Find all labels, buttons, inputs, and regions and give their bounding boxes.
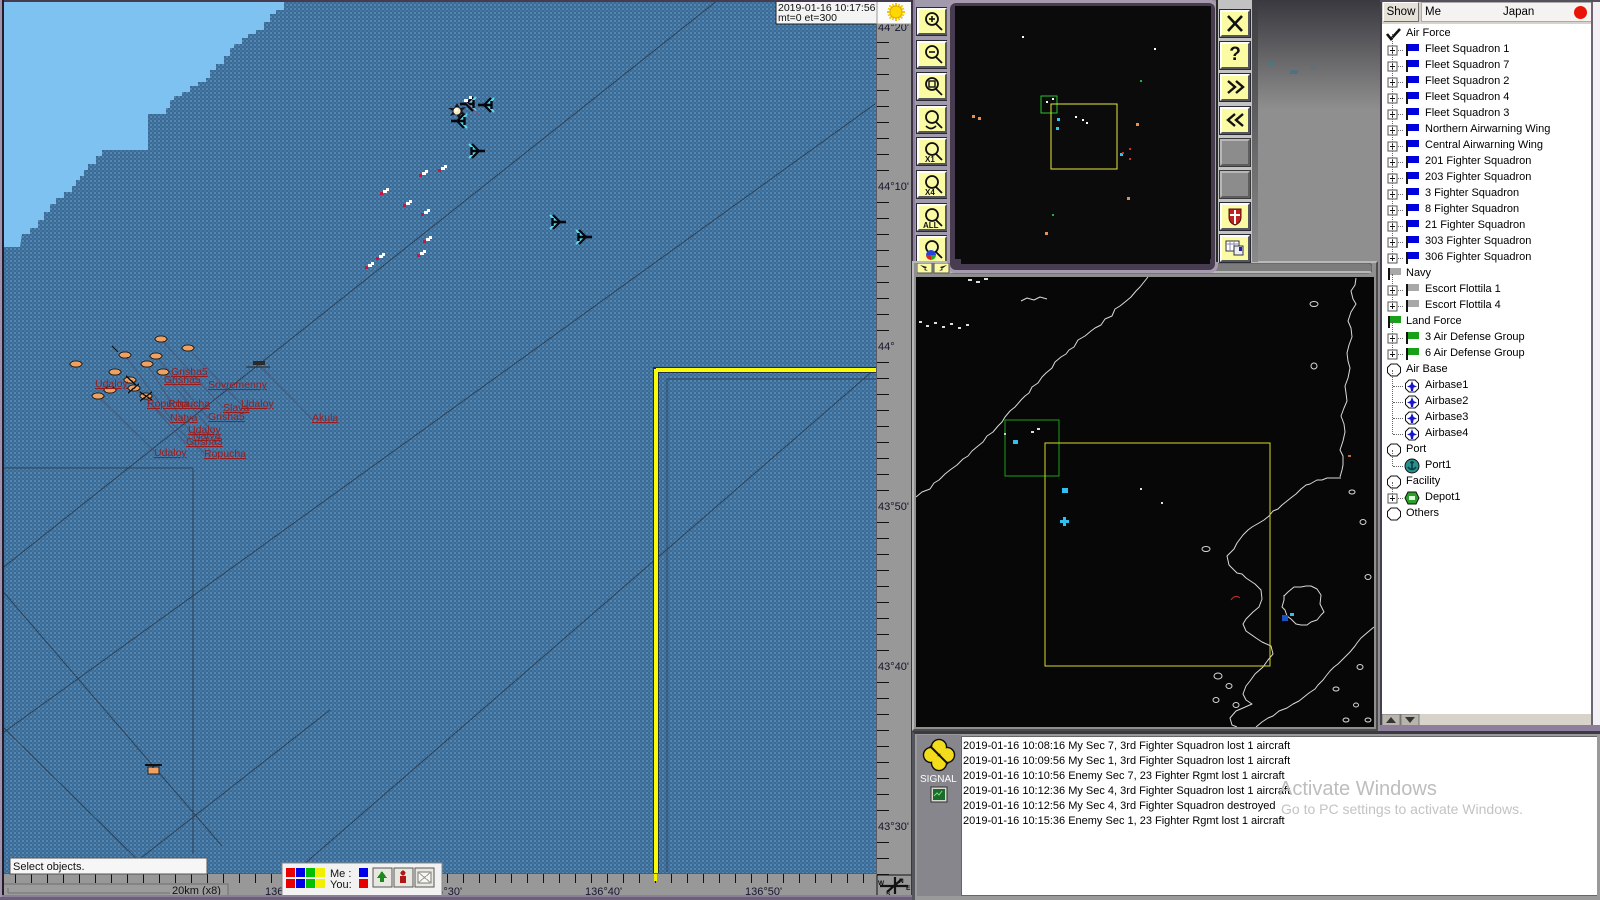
svg-text:You:: You: [330,879,352,891]
svg-text:X4: X4 [925,188,935,196]
svg-text:43°40': 43°40' [878,661,909,673]
svg-text:SIGNAL: SIGNAL [920,774,957,785]
svg-text:43°30': 43°30' [878,821,909,833]
svg-text:Akula: Akula [312,412,338,424]
svg-text:W: W [878,880,885,887]
svg-text:Udaloy: Udaloy [241,398,274,410]
svg-text:Udaloy: Udaloy [95,378,128,390]
svg-text:Natya: Natya [170,412,198,424]
svg-text:Grisha5: Grisha5 [164,374,201,386]
svg-text:Ropucha: Ropucha [168,398,210,410]
svg-text:44°10': 44°10' [878,181,909,193]
svg-text:Sovremenny: Sovremenny [208,379,268,391]
svg-text:X1: X1 [925,155,935,163]
svg-text:Ropucha: Ropucha [204,448,246,460]
svg-text:N: N [899,878,904,885]
svg-text:ALL: ALL [923,221,939,229]
svg-text:Grisha3: Grisha3 [186,436,223,448]
svg-text:Select objects.: Select objects. [13,861,85,873]
svg-text:44°: 44° [878,341,895,353]
svg-text:E: E [906,885,911,892]
svg-text:mt=0 et=300: mt=0 et=300 [778,12,837,24]
svg-text:Udaloy: Udaloy [154,447,187,459]
svg-text:Grisha5: Grisha5 [208,411,245,423]
svg-text:43°50': 43°50' [878,501,909,513]
